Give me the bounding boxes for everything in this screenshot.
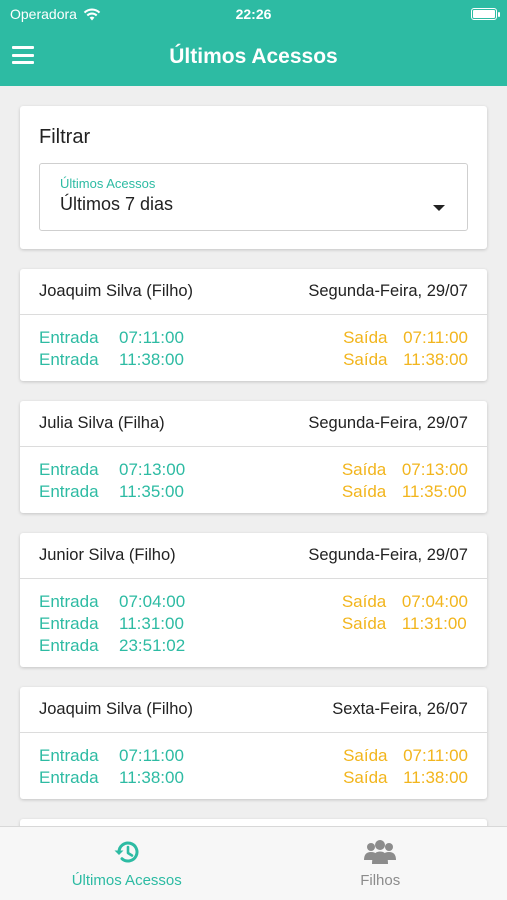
- filter-card: Filtrar Últimos Acessos Últimos 7 dias: [20, 106, 487, 249]
- entry-time: 07:11:00: [119, 328, 184, 347]
- exit-time: 11:31:00: [401, 614, 467, 633]
- entry-row: Entrada 07:13:00: [39, 459, 185, 481]
- entry-row: Entrada 11:31:00: [39, 613, 185, 635]
- entry-time: 07:04:00: [119, 592, 186, 611]
- hamburger-menu-icon[interactable]: [12, 46, 34, 64]
- entry-label: Entrada: [39, 460, 99, 479]
- entry-label: Entrada: [39, 614, 99, 633]
- access-card: Junior Silva (Filho) Segunda-Feira, 29/0…: [20, 533, 487, 667]
- exits-list: Saída 07:04:00 Saída 11:31:00: [342, 591, 468, 657]
- exit-row: Saída 07:13:00: [342, 459, 468, 481]
- access-card-partial: [20, 819, 487, 826]
- exit-time: 07:13:00: [401, 460, 468, 479]
- entry-row: Entrada 07:04:00: [39, 591, 185, 613]
- filter-title: Filtrar: [39, 126, 91, 148]
- exit-row: Saída 11:31:00: [342, 613, 468, 635]
- entry-time: 07:11:00: [119, 746, 184, 765]
- entry-row: Entrada 11:38:00: [39, 349, 184, 371]
- exit-time: 07:11:00: [403, 746, 468, 765]
- tab-filhos[interactable]: Filhos: [254, 827, 507, 900]
- group-icon: [364, 840, 397, 864]
- entry-time: 07:13:00: [119, 460, 186, 479]
- entry-time: 11:38:00: [119, 768, 184, 787]
- access-date: Segunda-Feira, 29/07: [308, 282, 468, 300]
- person-name: Joaquim Silva (Filho): [39, 282, 194, 300]
- entry-label: Entrada: [39, 746, 99, 765]
- exit-label: Saída: [341, 460, 387, 479]
- status-time: 22:26: [235, 6, 272, 22]
- exit-label: Saída: [343, 746, 388, 765]
- exits-list: Saída 07:13:00 Saída 11:35:00: [342, 459, 468, 503]
- exit-time: 11:35:00: [401, 482, 467, 501]
- exit-row: Saída 11:35:00: [342, 481, 468, 503]
- period-select-value: Últimos 7 dias: [60, 194, 174, 214]
- person-name: Julia Silva (Filha): [39, 414, 165, 432]
- entries-list: Entrada 07:11:00 Entrada 11:38:00: [39, 745, 184, 789]
- period-select[interactable]: Últimos Acessos Últimos 7 dias: [39, 163, 468, 231]
- wifi-icon: [83, 8, 101, 20]
- exit-time: 11:38:00: [403, 768, 468, 787]
- exit-label: Saída: [343, 768, 388, 787]
- access-date: Segunda-Feira, 29/07: [308, 414, 468, 432]
- status-bar: Operadora 22:26: [0, 0, 507, 28]
- entry-label: Entrada: [39, 328, 99, 347]
- person-name: Joaquim Silva (Filho): [39, 700, 194, 718]
- entry-time: 11:38:00: [119, 350, 184, 369]
- exit-time: 07:04:00: [401, 592, 468, 611]
- entry-label: Entrada: [39, 768, 99, 787]
- exit-row: Saída 11:38:00: [343, 767, 468, 789]
- exit-time: 11:38:00: [403, 350, 468, 369]
- battery-icon: [471, 8, 500, 20]
- carrier-label: Operadora: [10, 6, 77, 22]
- entry-time: 11:31:00: [119, 614, 184, 633]
- caret-down-icon: [433, 205, 445, 211]
- tab-label: Filhos: [360, 872, 401, 889]
- entry-row: Entrada 11:38:00: [39, 767, 184, 789]
- entry-row: Entrada 11:35:00: [39, 481, 185, 503]
- access-card: Julia Silva (Filha) Segunda-Feira, 29/07…: [20, 401, 487, 513]
- period-select-label: Últimos Acessos: [60, 176, 156, 191]
- exit-label: Saída: [343, 328, 388, 347]
- entry-time: 23:51:02: [119, 636, 186, 655]
- entries-list: Entrada 07:04:00 Entrada 11:31:00 Entrada 2…: [39, 591, 185, 657]
- top-bar: Operadora 22:26 Últimos Acessos: [0, 0, 507, 86]
- entry-row: Entrada 07:11:00: [39, 745, 184, 767]
- tab-label: Últimos Acessos: [71, 872, 182, 889]
- entry-label: Entrada: [39, 350, 99, 369]
- exit-label: Saída: [343, 350, 388, 369]
- exit-label: Saída: [341, 592, 387, 611]
- entry-label: Entrada: [39, 592, 99, 611]
- exit-row: Saída 07:11:00: [343, 745, 468, 767]
- access-date: Sexta-Feira, 26/07: [332, 700, 468, 718]
- entries-list: Entrada 07:13:00 Entrada 11:35:00: [39, 459, 185, 503]
- main-content[interactable]: Filtrar Últimos Acessos Últimos 7 dias J…: [0, 86, 507, 826]
- entry-label: Entrada: [39, 636, 99, 655]
- page-title: Últimos Acessos: [169, 45, 338, 68]
- person-name: Junior Silva (Filho): [39, 546, 176, 564]
- exits-list: Saída 07:11:00 Saída 11:38:00: [343, 327, 468, 371]
- exit-row: Saída 11:38:00: [343, 349, 468, 371]
- entry-row: Entrada 07:11:00: [39, 327, 184, 349]
- entry-label: Entrada: [39, 482, 99, 501]
- entry-time: 11:35:00: [119, 482, 184, 501]
- tab-bar: Últimos Acessos Filhos: [0, 826, 507, 900]
- access-date: Segunda-Feira, 29/07: [308, 546, 468, 564]
- app-header: Últimos Acessos: [0, 28, 507, 86]
- exit-label: Saída: [341, 614, 387, 633]
- tab-ultimos-acessos[interactable]: Últimos Acessos: [0, 827, 254, 900]
- entry-row: Entrada 23:51:02: [39, 635, 185, 657]
- access-card: Joaquim Silva (Filho) Segunda-Feira, 29/…: [20, 269, 487, 381]
- exit-row: Saída 07:04:00: [342, 591, 468, 613]
- exits-list: Saída 07:11:00 Saída 11:38:00: [343, 745, 468, 789]
- entries-list: Entrada 07:11:00 Entrada 11:38:00: [39, 327, 184, 371]
- exit-time: 07:11:00: [403, 328, 468, 347]
- access-card: Joaquim Silva (Filho) Sexta-Feira, 26/07…: [20, 687, 487, 799]
- exit-row: Saída 07:11:00: [343, 327, 468, 349]
- history-icon: [114, 841, 139, 863]
- exit-label: Saída: [341, 482, 387, 501]
